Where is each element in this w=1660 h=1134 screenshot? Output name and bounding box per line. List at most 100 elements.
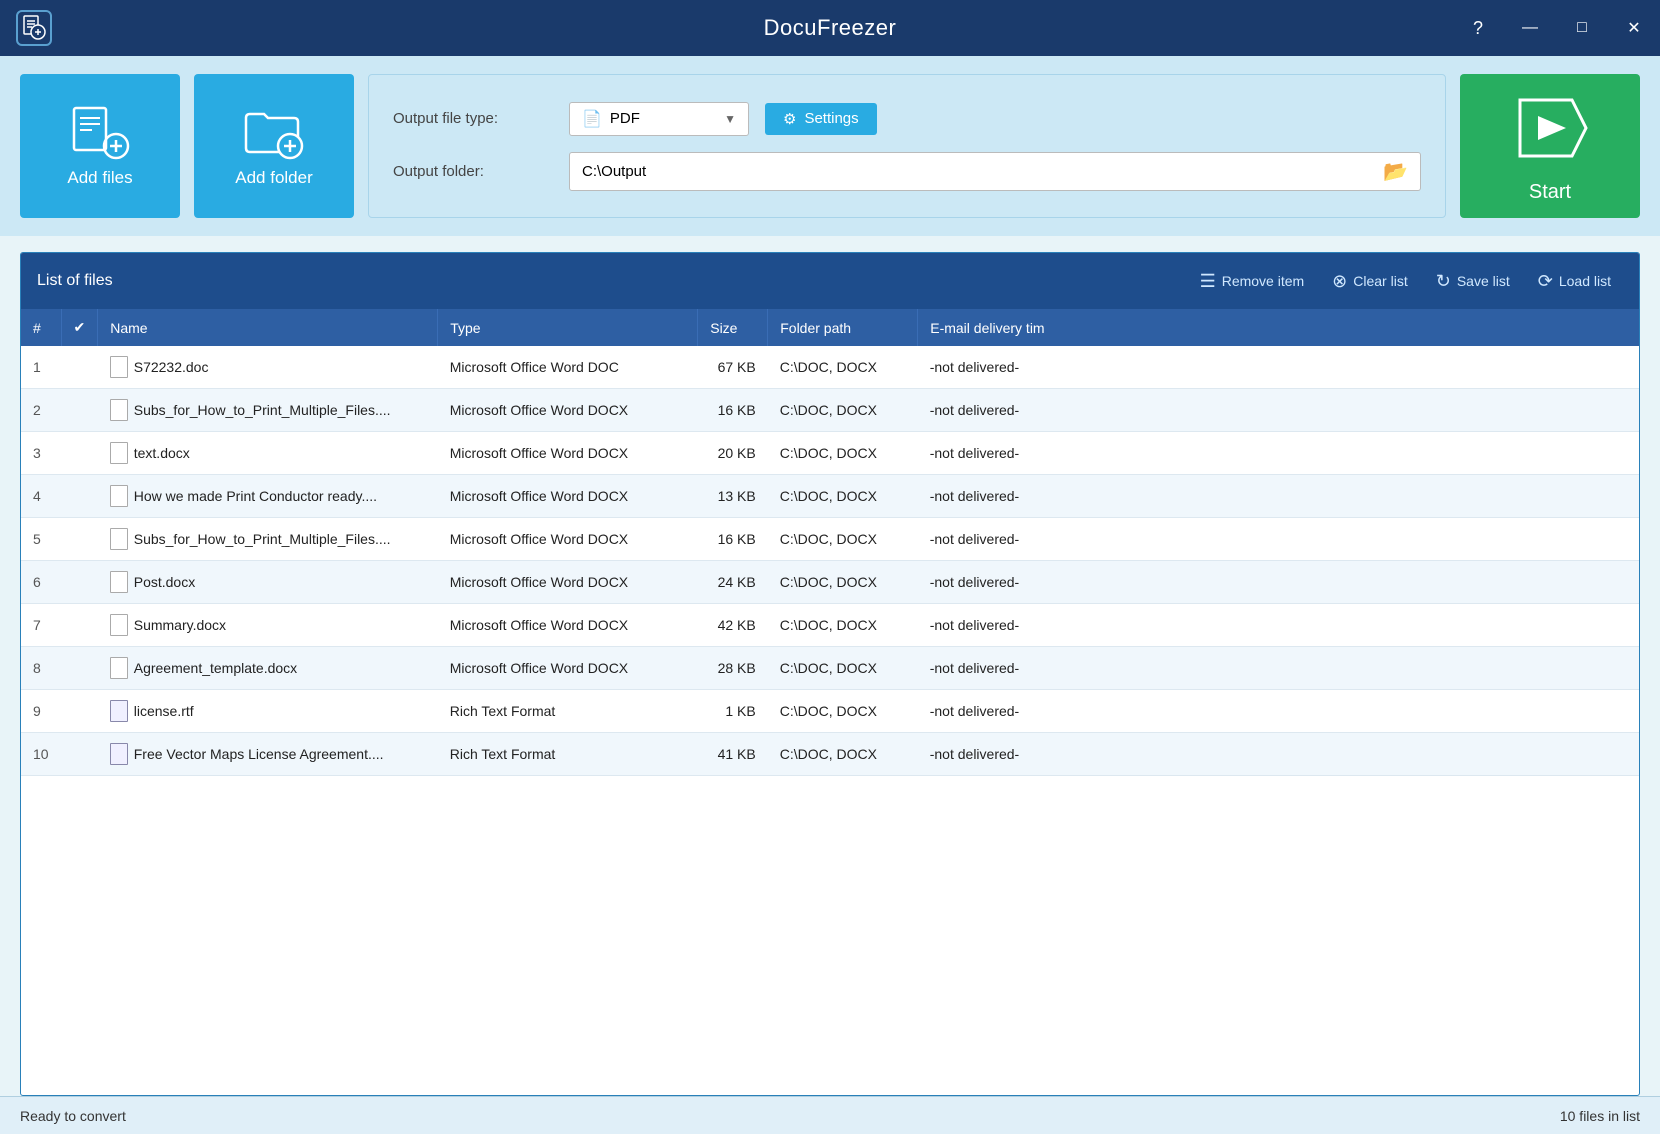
cell-name: Subs_for_How_to_Print_Multiple_Files.... — [98, 518, 438, 561]
cell-num: 8 — [21, 647, 61, 690]
cell-type: Microsoft Office Word DOCX — [438, 518, 698, 561]
cell-num: 10 — [21, 733, 61, 776]
cell-size: 13 KB — [698, 475, 768, 518]
table-row[interactable]: 3 text.docx Microsoft Office Word DOCX 2… — [21, 432, 1639, 475]
cell-check — [61, 432, 98, 475]
cell-folder: C:\DOC, DOCX — [768, 346, 918, 389]
cell-check — [61, 733, 98, 776]
output-folder-field[interactable]: C:\Output 📂 — [569, 152, 1421, 191]
table-header-row: # ✔ Name Type Size Folder path E-mail de… — [21, 309, 1639, 346]
file-name: Post.docx — [134, 574, 195, 590]
table-row[interactable]: 2 Subs_for_How_to_Print_Multiple_Files..… — [21, 389, 1639, 432]
add-files-button[interactable]: Add files — [20, 74, 180, 218]
close-button[interactable]: ✕ — [1608, 0, 1660, 56]
cell-num: 1 — [21, 346, 61, 389]
cell-size: 20 KB — [698, 432, 768, 475]
save-list-button[interactable]: ↻ Save list — [1424, 265, 1522, 298]
file-icon — [110, 657, 128, 679]
cell-size: 16 KB — [698, 389, 768, 432]
cell-email: -not delivered- — [918, 604, 1639, 647]
cell-email: -not delivered- — [918, 561, 1639, 604]
add-folder-button[interactable]: Add folder — [194, 74, 354, 218]
table-row[interactable]: 6 Post.docx Microsoft Office Word DOCX 2… — [21, 561, 1639, 604]
cell-size: 16 KB — [698, 518, 768, 561]
cell-num: 3 — [21, 432, 61, 475]
cell-name: license.rtf — [98, 690, 438, 733]
file-icon — [110, 700, 128, 722]
file-table: # ✔ Name Type Size Folder path E-mail de… — [21, 309, 1639, 1095]
clear-list-label: Clear list — [1353, 273, 1407, 289]
table-row[interactable]: 4 How we made Print Conductor ready.... … — [21, 475, 1639, 518]
table-row[interactable]: 9 license.rtf Rich Text Format 1 KB C:\D… — [21, 690, 1639, 733]
col-header-email: E-mail delivery tim — [918, 309, 1639, 346]
table-row[interactable]: 7 Summary.docx Microsoft Office Word DOC… — [21, 604, 1639, 647]
maximize-button[interactable]: □ — [1556, 0, 1608, 56]
start-button[interactable]: Start — [1460, 74, 1640, 218]
help-button[interactable]: ? — [1452, 0, 1504, 56]
cell-type: Microsoft Office Word DOCX — [438, 647, 698, 690]
cell-email: -not delivered- — [918, 475, 1639, 518]
cell-folder: C:\DOC, DOCX — [768, 647, 918, 690]
minimize-button[interactable]: — — [1504, 0, 1556, 56]
col-header-check: ✔ — [61, 309, 98, 346]
add-files-icon — [68, 104, 132, 160]
cell-email: -not delivered- — [918, 432, 1639, 475]
cell-check — [61, 690, 98, 733]
output-folder-label: Output folder: — [393, 163, 553, 180]
file-icon — [110, 399, 128, 421]
cell-check — [61, 389, 98, 432]
file-icon — [110, 356, 128, 378]
file-icon — [110, 442, 128, 464]
cell-email: -not delivered- — [918, 346, 1639, 389]
file-name: Agreement_template.docx — [134, 660, 297, 676]
status-text: Ready to convert — [20, 1108, 126, 1124]
add-folder-label: Add folder — [235, 168, 313, 188]
cell-num: 6 — [21, 561, 61, 604]
cell-type: Microsoft Office Word DOCX — [438, 389, 698, 432]
cell-check — [61, 647, 98, 690]
cell-size: 41 KB — [698, 733, 768, 776]
file-type-select[interactable]: 📄 PDF ▼ — [569, 102, 749, 136]
window-controls: ? — □ ✕ — [1452, 0, 1660, 56]
remove-item-button[interactable]: ☰ Remove item — [1188, 265, 1317, 298]
cell-type: Rich Text Format — [438, 733, 698, 776]
output-settings-panel: Output file type: 📄 PDF ▼ ⚙ Settings Out… — [368, 74, 1446, 218]
titlebar: DocuFreezer ? — □ ✕ — [0, 0, 1660, 56]
remove-item-label: Remove item — [1222, 273, 1304, 289]
file-icon — [110, 571, 128, 593]
cell-folder: C:\DOC, DOCX — [768, 561, 918, 604]
cell-check — [61, 346, 98, 389]
file-name: Free Vector Maps License Agreement.... — [134, 746, 384, 762]
file-type-label: Output file type: — [393, 110, 553, 127]
pdf-option-text: PDF — [610, 110, 640, 127]
cell-name: Agreement_template.docx — [98, 647, 438, 690]
file-icon — [110, 614, 128, 636]
file-list-section: List of files ☰ Remove item ⊗ Clear list… — [20, 252, 1640, 1096]
save-list-label: Save list — [1457, 273, 1510, 289]
table-row[interactable]: 10 Free Vector Maps License Agreement...… — [21, 733, 1639, 776]
cell-email: -not delivered- — [918, 690, 1639, 733]
settings-button[interactable]: ⚙ Settings — [765, 103, 877, 135]
toolbar: Add files Add folder Output file type: 📄… — [0, 56, 1660, 236]
col-header-size: Size — [698, 309, 768, 346]
clear-list-button[interactable]: ⊗ Clear list — [1320, 265, 1420, 298]
cell-email: -not delivered- — [918, 733, 1639, 776]
app-title: DocuFreezer — [764, 15, 897, 41]
cell-folder: C:\DOC, DOCX — [768, 604, 918, 647]
cell-num: 4 — [21, 475, 61, 518]
file-name: Subs_for_How_to_Print_Multiple_Files.... — [134, 402, 391, 418]
file-name: Summary.docx — [134, 617, 226, 633]
cell-folder: C:\DOC, DOCX — [768, 432, 918, 475]
table-row[interactable]: 5 Subs_for_How_to_Print_Multiple_Files..… — [21, 518, 1639, 561]
load-list-button[interactable]: ⟳ Load list — [1526, 265, 1623, 298]
cell-check — [61, 604, 98, 647]
cell-folder: C:\DOC, DOCX — [768, 475, 918, 518]
table-row[interactable]: 1 S72232.doc Microsoft Office Word DOC 6… — [21, 346, 1639, 389]
start-label: Start — [1529, 181, 1571, 204]
file-name: Subs_for_How_to_Print_Multiple_Files.... — [134, 531, 391, 547]
cell-name: Subs_for_How_to_Print_Multiple_Files.... — [98, 389, 438, 432]
file-icon — [110, 528, 128, 550]
cell-type: Microsoft Office Word DOCX — [438, 561, 698, 604]
table-row[interactable]: 8 Agreement_template.docx Microsoft Offi… — [21, 647, 1639, 690]
browse-folder-button[interactable]: 📂 — [1383, 159, 1408, 184]
